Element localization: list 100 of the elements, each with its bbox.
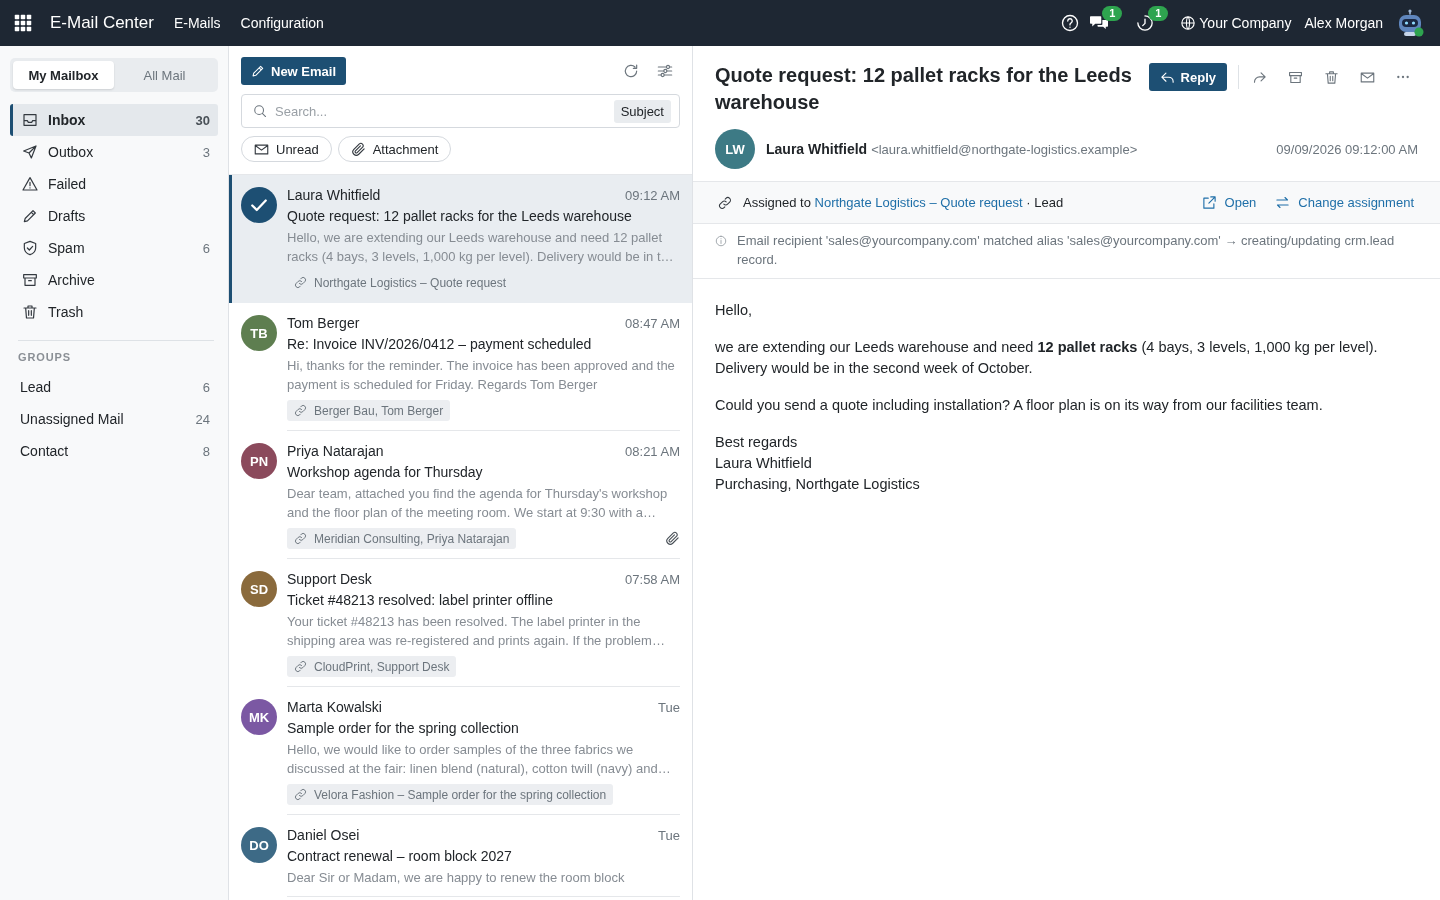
activities-button[interactable] xyxy=(1136,14,1155,32)
linked-record-tag[interactable]: Velora Fashion – Sample order for the spring collection xyxy=(287,784,614,805)
shield-check-icon xyxy=(22,240,38,256)
message-subject: Workshop agenda for Thursday xyxy=(287,463,484,482)
message-subject: Ticket #48213 resolved: label printer offline xyxy=(287,591,555,610)
app-name[interactable]: E-Mail Center xyxy=(50,13,154,33)
sender-name: Laura Whitfield xyxy=(766,141,868,157)
message-time: 09:12 AM xyxy=(625,187,680,205)
message-subject: Contract renewal – room block 2027 xyxy=(287,847,513,866)
trash-can-icon xyxy=(22,304,38,320)
reply-button[interactable]: Reply xyxy=(1148,63,1227,91)
body-paragraph: Best regards Laura Whitfield Purchasing, Northgate Logistics xyxy=(715,433,921,494)
sender-email: <laura.whitfield@northgate-logistics.example> xyxy=(871,141,1138,157)
search-facet[interactable]: Subject xyxy=(613,99,671,123)
group-count: 24 xyxy=(195,411,210,427)
linked-record-tag[interactable]: Meridian Consulting, Priya Natarajan xyxy=(287,528,517,549)
activity-count-badge: 1 xyxy=(1148,6,1169,21)
body-paragraph: we are extending our Leeds warehouse and need 12 pallet racks (4 bays, 3 levels, 1,000 kg per level). Delivery would be in the second week of October. xyxy=(715,338,1379,378)
sender-name: Tom Berger xyxy=(287,314,360,333)
message-subject: Quote request: 12 pallet racks for the Leeds warehouse xyxy=(287,207,633,226)
check-circle-icon xyxy=(241,187,277,223)
link-icon xyxy=(294,532,307,545)
message-preview: Dear team, attached you find the agenda for Thursday's workshop and the floor plan of the meeting room. We start at 9:30 with a… xyxy=(287,485,669,522)
message-preview: Hello, we are extending our Leeds warehouse and need 12 pallet racks (4 bays, 3 levels, 1,000 kg per level). Delivery would be in t… xyxy=(287,229,675,266)
group-count: 6 xyxy=(202,379,210,395)
linked-record-tag[interactable]: Northgate Logistics – Quote request xyxy=(287,272,514,293)
clock-icon xyxy=(1136,14,1155,32)
help-button[interactable] xyxy=(1061,14,1080,32)
sender-name: Priya Natarajan xyxy=(287,442,384,461)
assignment-text: Assigned to Northgate Logistics – Quote request · Lead xyxy=(743,195,1064,210)
folder-count: 3 xyxy=(202,144,210,160)
sender-avatar: LW xyxy=(715,129,755,169)
company-switcher[interactable]: Your Company xyxy=(1181,15,1292,31)
message-time: Tue xyxy=(658,699,680,717)
sender-name: Support Desk xyxy=(287,570,372,589)
robot-avatar-icon[interactable] xyxy=(1396,9,1424,37)
folder-item[interactable]: Inbox 30 xyxy=(10,104,218,136)
linked-record-tag[interactable]: Berger Bau, Tom Berger xyxy=(287,400,451,421)
group-count: 8 xyxy=(202,443,210,459)
routing-notice: Email recipient 'sales@yourcompany.com' matched alias 'sales@yourcompany.com' → creating/updating crm.lead record. xyxy=(737,232,1396,269)
message-item[interactable]: DO Daniel Osei Tue Contract renewal – room block 2027 Dear Sir or Madam, we are happy to renew the room block xyxy=(229,815,692,897)
scope-tab[interactable]: All Mail xyxy=(114,61,215,89)
view-settings-button[interactable] xyxy=(657,63,673,79)
link-icon xyxy=(294,276,307,289)
help-icon xyxy=(1061,14,1080,32)
group-item[interactable]: Lead 6 xyxy=(10,371,218,403)
folder-item[interactable]: Drafts xyxy=(10,200,218,232)
envelope-icon xyxy=(254,141,269,157)
email-subject: Quote request: 12 pallet racks for the Leeds warehouse xyxy=(715,63,1133,115)
folder-item[interactable]: Spam 6 xyxy=(10,232,218,264)
message-time: Tue xyxy=(658,827,680,845)
apps-menu-button[interactable] xyxy=(14,14,32,32)
sender-name: Marta Kowalski xyxy=(287,698,382,717)
message-time: 08:21 AM xyxy=(625,443,680,461)
record-link[interactable]: Northgate Logistics – Quote request xyxy=(814,195,1023,210)
search-field[interactable]: Search... Subject xyxy=(241,94,680,128)
messages-button[interactable] xyxy=(1090,14,1109,32)
search-icon xyxy=(253,104,267,118)
menu-item[interactable]: Configuration xyxy=(230,0,334,46)
refresh-button[interactable] xyxy=(623,63,639,79)
message-preview: Hi, thanks for the reminder. The invoice has been approved and the payment is scheduled for Friday. Regards Tom Berger xyxy=(287,357,676,394)
message-count-badge: 1 xyxy=(1102,6,1123,21)
paper-plane-icon xyxy=(22,144,38,160)
message-item[interactable] xyxy=(229,175,692,303)
folder-item[interactable]: Outbox 3 xyxy=(10,136,218,168)
message-subject: Sample order for the spring collection xyxy=(287,719,520,738)
folder-item[interactable]: Trash xyxy=(10,296,218,328)
open-link[interactable]: Open xyxy=(1201,195,1257,210)
message-time: 08:47 AM xyxy=(625,315,680,333)
message-preview: Hello, we would like to order samples of the three fabrics we discussed at the fair: linen blend (natural), cotton twill (navy) and… xyxy=(287,741,672,778)
envelope-icon xyxy=(1359,69,1375,85)
message-preview: Dear Sir or Madam, we are happy to renew the room block xyxy=(287,869,626,887)
link-icon xyxy=(294,404,307,417)
warning-triangle-icon xyxy=(22,176,38,192)
new-email-button[interactable]: New Email xyxy=(241,57,347,85)
filter-chip[interactable]: Attachment xyxy=(337,136,452,162)
refresh-icon xyxy=(623,63,639,79)
folder-count: 6 xyxy=(202,240,210,256)
filter-chip[interactable]: Unread xyxy=(241,136,332,162)
body-paragraph: Could you send a quote including installation? A floor plan is on its way from our facilities team. xyxy=(715,396,1324,415)
body-paragraph: Hello, xyxy=(715,301,754,320)
change-assignment-link[interactable]: Change assignment xyxy=(1275,195,1414,210)
message-time: 07:58 AM xyxy=(625,571,680,589)
sliders-icon xyxy=(657,63,673,79)
folder-item[interactable]: Failed xyxy=(10,168,218,200)
group-item[interactable]: Unassigned Mail 24 xyxy=(10,403,218,435)
received-date: 09/09/2026 09:12:00 AM xyxy=(1276,141,1418,157)
pencil-icon xyxy=(22,208,38,224)
swap-arrows-icon xyxy=(1275,195,1291,210)
linked-record-tag[interactable]: CloudPrint, Support Desk xyxy=(287,656,457,677)
globe-icon xyxy=(1181,16,1196,30)
paperclip-icon xyxy=(350,141,366,157)
group-item[interactable]: Contact 8 xyxy=(10,435,218,467)
menu-item[interactable]: E-Mails xyxy=(163,0,231,46)
folder-item[interactable]: Archive xyxy=(10,264,218,296)
user-menu[interactable]: Alex Morgan xyxy=(1304,15,1383,31)
scope-tab[interactable]: My Mailbox xyxy=(13,61,114,89)
apps-grid-icon xyxy=(14,14,32,32)
pencil-icon xyxy=(251,64,265,78)
archive-box-icon xyxy=(1287,69,1303,85)
